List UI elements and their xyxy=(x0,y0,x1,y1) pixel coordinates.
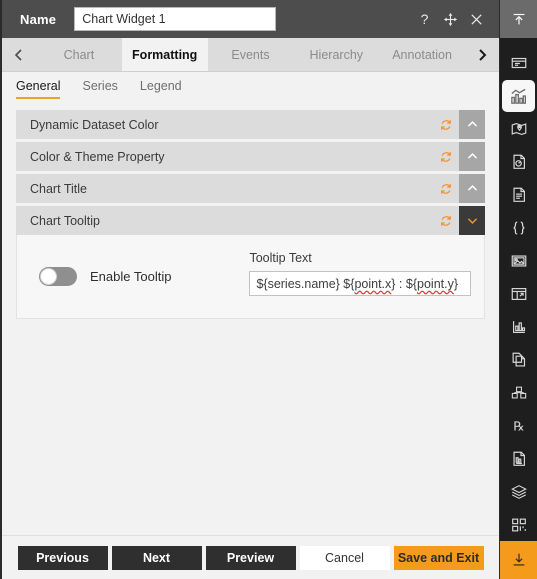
document-lines-icon[interactable] xyxy=(502,179,535,211)
titlebar-actions: ? xyxy=(416,11,491,28)
prescription-rx-icon[interactable]: ℞ xyxy=(502,410,535,442)
map-pin-icon[interactable] xyxy=(502,113,535,145)
enable-tooltip-toggle[interactable] xyxy=(39,267,77,286)
preview-button[interactable]: Preview xyxy=(205,545,296,570)
formatting-subtabs: General Series Legend xyxy=(2,72,499,104)
download-icon[interactable] xyxy=(500,541,537,579)
report-document-icon[interactable] xyxy=(502,443,535,475)
tooltip-text-spellcheck-2: point.y xyxy=(417,276,454,291)
enable-tooltip-row: Enable Tooltip xyxy=(31,251,171,286)
subtab-legend[interactable]: Legend xyxy=(140,78,182,99)
tabstrip-prev-arrow[interactable] xyxy=(2,38,36,71)
accordion-title: Chart Title xyxy=(30,181,87,196)
collapse-up-icon[interactable] xyxy=(500,0,537,38)
refresh-reset-icon[interactable] xyxy=(433,174,459,203)
right-toolbar-rail: ℞ xyxy=(500,0,537,579)
subtab-series[interactable]: Series xyxy=(82,78,117,99)
tabstrip-next-arrow[interactable] xyxy=(465,38,499,71)
tab-annotation[interactable]: Annotation xyxy=(379,38,465,71)
table-grid-icon[interactable] xyxy=(502,278,535,310)
tab-chart[interactable]: Chart xyxy=(36,38,122,71)
accordion-header[interactable]: Color & Theme Property xyxy=(16,142,485,171)
tooltip-text-input[interactable]: ${series.name} ${point.x} : ${point.y} xyxy=(249,271,472,296)
accordion-header[interactable]: Dynamic Dataset Color xyxy=(16,110,485,139)
chart-tooltip-content: Enable Tooltip Tooltip Text ${series.nam… xyxy=(16,235,485,319)
accordion-header[interactable]: Chart Title xyxy=(16,174,485,203)
tooltip-text-segment-1: ${series.name} ${ xyxy=(256,276,355,291)
bar-graph-icon[interactable] xyxy=(502,311,535,343)
toggle-knob xyxy=(40,268,57,285)
code-braces-icon[interactable] xyxy=(502,212,535,244)
tooltip-text-segment-2: } : ${ xyxy=(391,276,418,291)
dialog-footer: Previous Next Preview Cancel Save and Ex… xyxy=(2,535,499,579)
accordion-header[interactable]: Chart Tooltip xyxy=(16,206,485,235)
chevron-up-icon[interactable] xyxy=(459,110,485,139)
settings-panel-body: Dynamic Dataset Color Color & Theme Prop… xyxy=(2,104,499,535)
chevron-up-icon[interactable] xyxy=(459,142,485,171)
qr-blocks-icon[interactable] xyxy=(502,509,535,541)
accordion-chart-title: Chart Title xyxy=(16,174,485,203)
layers-stack-icon[interactable] xyxy=(502,476,535,508)
widget-panel-icon[interactable] xyxy=(502,47,535,79)
accordion-title: Dynamic Dataset Color xyxy=(30,117,159,132)
copy-pages-icon[interactable] xyxy=(502,344,535,376)
question-mark-icon[interactable]: ? xyxy=(416,11,433,28)
next-button[interactable]: Next xyxy=(111,545,202,570)
refresh-reset-icon[interactable] xyxy=(433,110,459,139)
tooltip-text-field-block: Tooltip Text ${series.name} ${point.x} :… xyxy=(249,251,472,296)
image-icon[interactable] xyxy=(502,245,535,277)
widget-name-input[interactable] xyxy=(74,7,277,31)
document-gauge-icon[interactable] xyxy=(502,146,535,178)
dialog-titlebar: Name ? xyxy=(2,0,499,38)
chevron-up-icon[interactable] xyxy=(459,174,485,203)
enable-tooltip-label: Enable Tooltip xyxy=(90,269,172,284)
refresh-reset-icon[interactable] xyxy=(433,142,459,171)
tab-hierarchy[interactable]: Hierarchy xyxy=(293,38,380,71)
accordion-chart-tooltip: Chart Tooltip Enable Tooltip Tooltip Tex… xyxy=(16,206,485,319)
close-x-icon[interactable] xyxy=(468,11,485,28)
dialog-main-column: Name ? xyxy=(0,0,500,579)
tab-list: Chart Formatting Events Hierarchy Annota… xyxy=(36,38,465,71)
rail-icon-list: ℞ xyxy=(500,38,537,541)
subtab-general[interactable]: General xyxy=(16,78,61,99)
svg-text:℞: ℞ xyxy=(513,420,524,434)
save-and-exit-button[interactable]: Save and Exit xyxy=(393,545,484,570)
tooltip-text-label: Tooltip Text xyxy=(249,251,312,265)
accordion-title: Color & Theme Property xyxy=(30,149,165,164)
svg-text:?: ? xyxy=(421,12,429,27)
chevron-down-icon[interactable] xyxy=(459,206,485,235)
tab-events[interactable]: Events xyxy=(207,38,294,71)
chart-bars-icon[interactable] xyxy=(502,80,535,112)
move-cross-icon[interactable] xyxy=(442,11,459,28)
accordion-color-theme-property: Color & Theme Property xyxy=(16,142,485,171)
name-label: Name xyxy=(20,11,57,27)
widget-configuration-dialog: Name ? xyxy=(0,0,537,579)
cancel-button[interactable]: Cancel xyxy=(299,545,390,570)
accordion-dynamic-dataset-color: Dynamic Dataset Color xyxy=(16,110,485,139)
previous-button[interactable]: Previous xyxy=(17,545,108,570)
tooltip-text-segment-3: } xyxy=(453,276,459,291)
cubes-stack-icon[interactable] xyxy=(502,377,535,409)
refresh-reset-icon[interactable] xyxy=(433,206,459,235)
tab-formatting[interactable]: Formatting xyxy=(121,38,208,71)
main-tabstrip: Chart Formatting Events Hierarchy Annota… xyxy=(2,38,499,72)
tooltip-text-spellcheck-1: point.x xyxy=(354,276,392,291)
accordion-title: Chart Tooltip xyxy=(30,213,100,228)
